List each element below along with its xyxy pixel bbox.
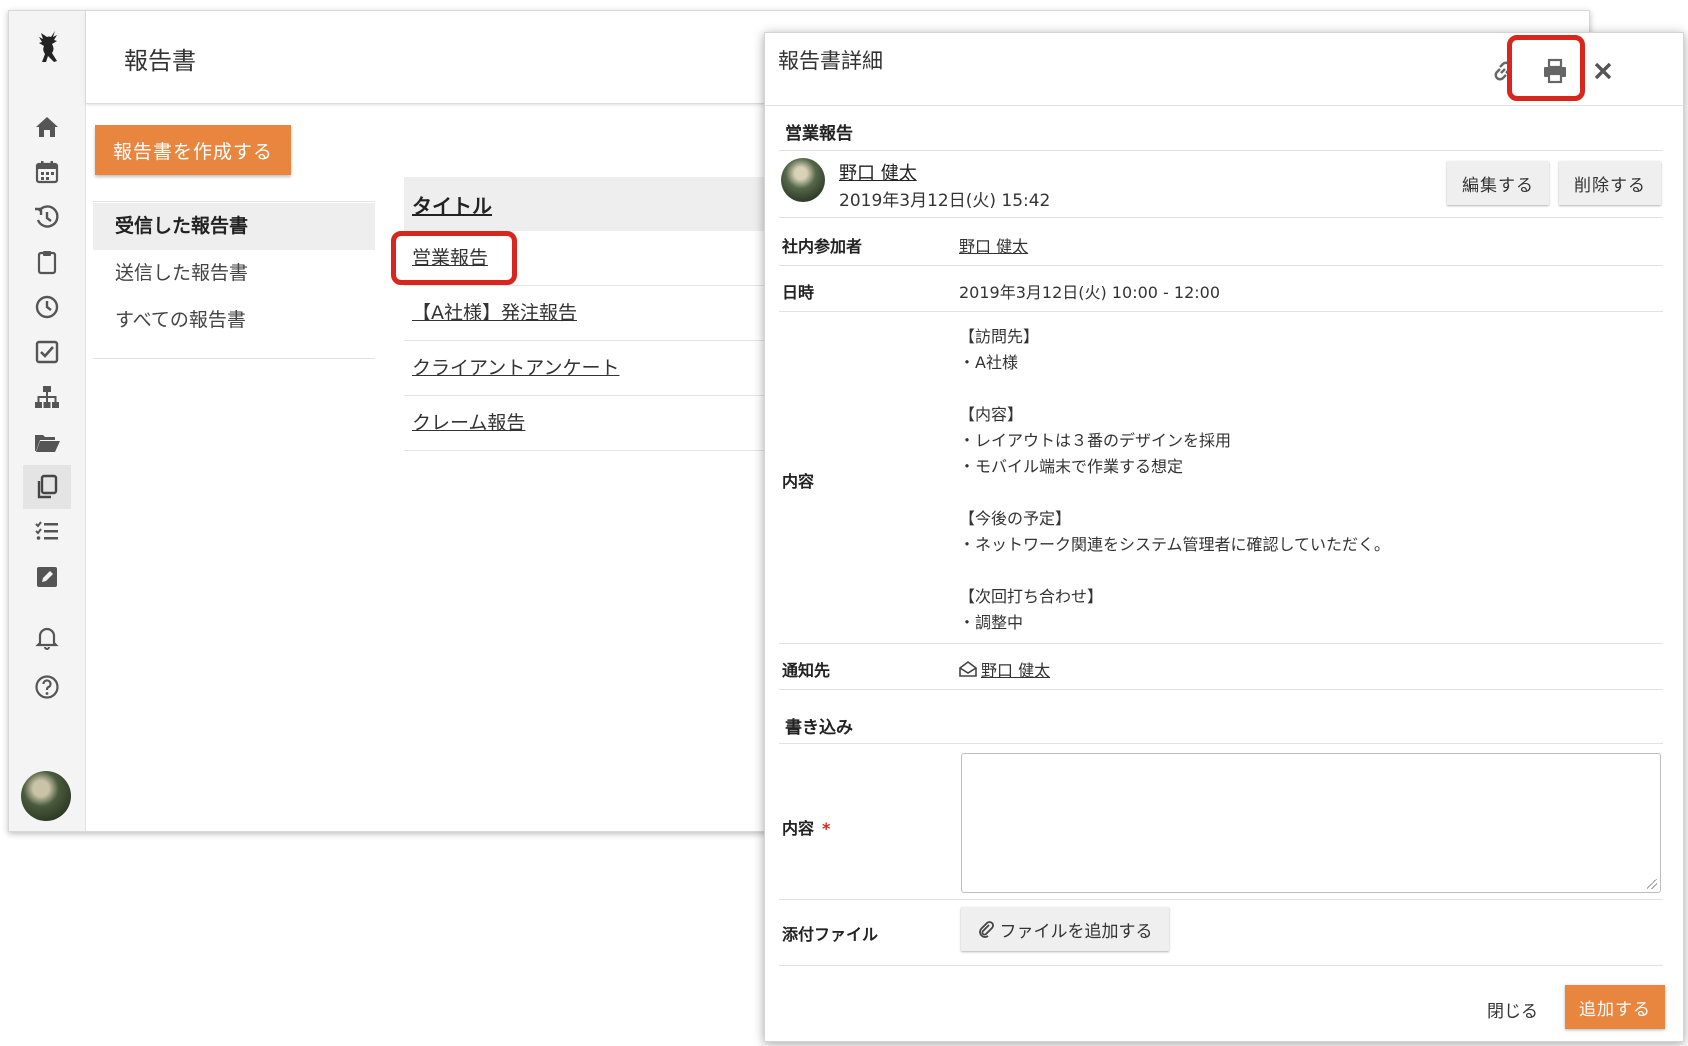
paperclip-icon bbox=[978, 921, 994, 938]
content-label: 内容 bbox=[782, 472, 815, 491]
content-line: 【次回打ち合わせ】 bbox=[959, 587, 1104, 606]
add-file-label: ファイルを追加する bbox=[999, 921, 1153, 941]
edit-icon[interactable] bbox=[23, 555, 71, 599]
divider bbox=[779, 150, 1663, 151]
report-filter-list: 受信した報告書 送信した報告書 すべての報告書 bbox=[93, 201, 375, 359]
notify-value-group: 野口 健太 bbox=[959, 657, 1050, 681]
comment-section-title: 書き込み bbox=[785, 718, 853, 738]
filter-all[interactable]: すべての報告書 bbox=[93, 297, 375, 344]
divider bbox=[779, 311, 1663, 312]
panel-title: 報告書詳細 bbox=[778, 49, 883, 73]
attachment-label: 添付ファイル bbox=[782, 925, 879, 944]
org-chart-icon[interactable] bbox=[23, 375, 71, 419]
clock-icon[interactable] bbox=[23, 285, 71, 329]
sidebar bbox=[9, 11, 86, 831]
content-line: ・A社様 bbox=[959, 353, 1018, 372]
edit-button[interactable]: 編集する bbox=[1447, 161, 1549, 205]
user-avatar[interactable] bbox=[21, 771, 71, 821]
divider bbox=[779, 965, 1663, 966]
checkbox-icon[interactable] bbox=[23, 330, 71, 374]
content-line: ・ネットワーク関連をシステム管理者に確認していただく。 bbox=[959, 535, 1391, 554]
clipboard-icon[interactable] bbox=[23, 240, 71, 284]
divider bbox=[779, 217, 1663, 218]
report-detail-panel: 報告書詳細 営業報告 野口 健太 2019年3月12日(火) 15:42 編集す… bbox=[764, 32, 1684, 1042]
resize-grip-icon[interactable] bbox=[1647, 879, 1657, 889]
table-row[interactable]: クライアントアンケート bbox=[404, 341, 804, 396]
task-list-icon[interactable] bbox=[23, 510, 71, 554]
help-icon[interactable] bbox=[23, 665, 71, 709]
comment-textarea[interactable] bbox=[961, 753, 1661, 893]
datetime-label: 日時 bbox=[782, 283, 815, 302]
datetime-value: 2019年3月12日(火) 10:00 - 12:00 bbox=[959, 283, 1220, 302]
content-line: 【今後の予定】 bbox=[959, 509, 1072, 528]
filter-received[interactable]: 受信した報告書 bbox=[93, 203, 375, 250]
content-line: ・レイアウトは３番のデザインを採用 bbox=[959, 431, 1232, 450]
notify-recipient[interactable]: 野口 健太 bbox=[981, 657, 1050, 681]
content-line: 【訪問先】 bbox=[959, 327, 1040, 346]
filter-sent[interactable]: 送信した報告書 bbox=[93, 250, 375, 297]
bell-icon[interactable] bbox=[23, 615, 71, 659]
divider bbox=[779, 265, 1663, 266]
table-header-title[interactable]: タイトル bbox=[404, 177, 804, 231]
content-line: ・調整中 bbox=[959, 613, 1024, 632]
author-avatar bbox=[781, 158, 825, 202]
divider bbox=[779, 643, 1663, 644]
filter-bottom-divider bbox=[93, 358, 375, 359]
calendar-icon[interactable] bbox=[23, 150, 71, 194]
history-icon[interactable] bbox=[23, 195, 71, 239]
notify-label: 通知先 bbox=[782, 661, 831, 680]
close-icon[interactable] bbox=[1583, 51, 1623, 91]
envelope-open-icon bbox=[959, 661, 977, 677]
home-icon[interactable] bbox=[23, 105, 71, 149]
table-row[interactable]: 【A社様】発注報告 bbox=[404, 286, 804, 341]
participants-value[interactable]: 野口 健太 bbox=[959, 233, 1028, 257]
delete-button[interactable]: 削除する bbox=[1559, 161, 1661, 205]
create-report-button[interactable]: 報告書を作成する bbox=[95, 125, 291, 175]
report-title-table: タイトル 営業報告 【A社様】発注報告 クライアントアンケート クレーム報告 bbox=[404, 177, 804, 451]
close-button[interactable]: 閉じる bbox=[1487, 997, 1538, 1022]
highlight-box-report-link bbox=[391, 231, 517, 285]
required-mark: * bbox=[822, 819, 831, 838]
divider bbox=[779, 899, 1663, 900]
author-name[interactable]: 野口 健太 bbox=[839, 159, 917, 185]
table-row[interactable]: クレーム報告 bbox=[404, 396, 804, 451]
folder-open-icon[interactable] bbox=[23, 420, 71, 464]
page-title: 報告書 bbox=[124, 47, 196, 75]
divider bbox=[779, 689, 1663, 690]
report-title: 営業報告 bbox=[785, 124, 853, 144]
content-line: 【内容】 bbox=[959, 405, 1024, 424]
comment-content-label-text: 内容 bbox=[782, 819, 815, 838]
add-file-button[interactable]: ファイルを追加する bbox=[961, 907, 1169, 951]
comment-content-label: 内容 * bbox=[782, 815, 830, 839]
author-datetime: 2019年3月12日(火) 15:42 bbox=[839, 191, 1051, 211]
content-line: ・モバイル端末で作業する想定 bbox=[959, 457, 1184, 476]
participants-label: 社内参加者 bbox=[782, 237, 863, 256]
divider bbox=[779, 743, 1663, 744]
filter-top-divider bbox=[93, 201, 375, 202]
add-comment-button[interactable]: 追加する bbox=[1565, 985, 1665, 1029]
deer-logo-icon[interactable] bbox=[27, 29, 67, 69]
copy-icon[interactable] bbox=[23, 465, 71, 509]
panel-header-divider bbox=[765, 105, 1683, 106]
highlight-box-link-icon bbox=[1507, 35, 1585, 101]
